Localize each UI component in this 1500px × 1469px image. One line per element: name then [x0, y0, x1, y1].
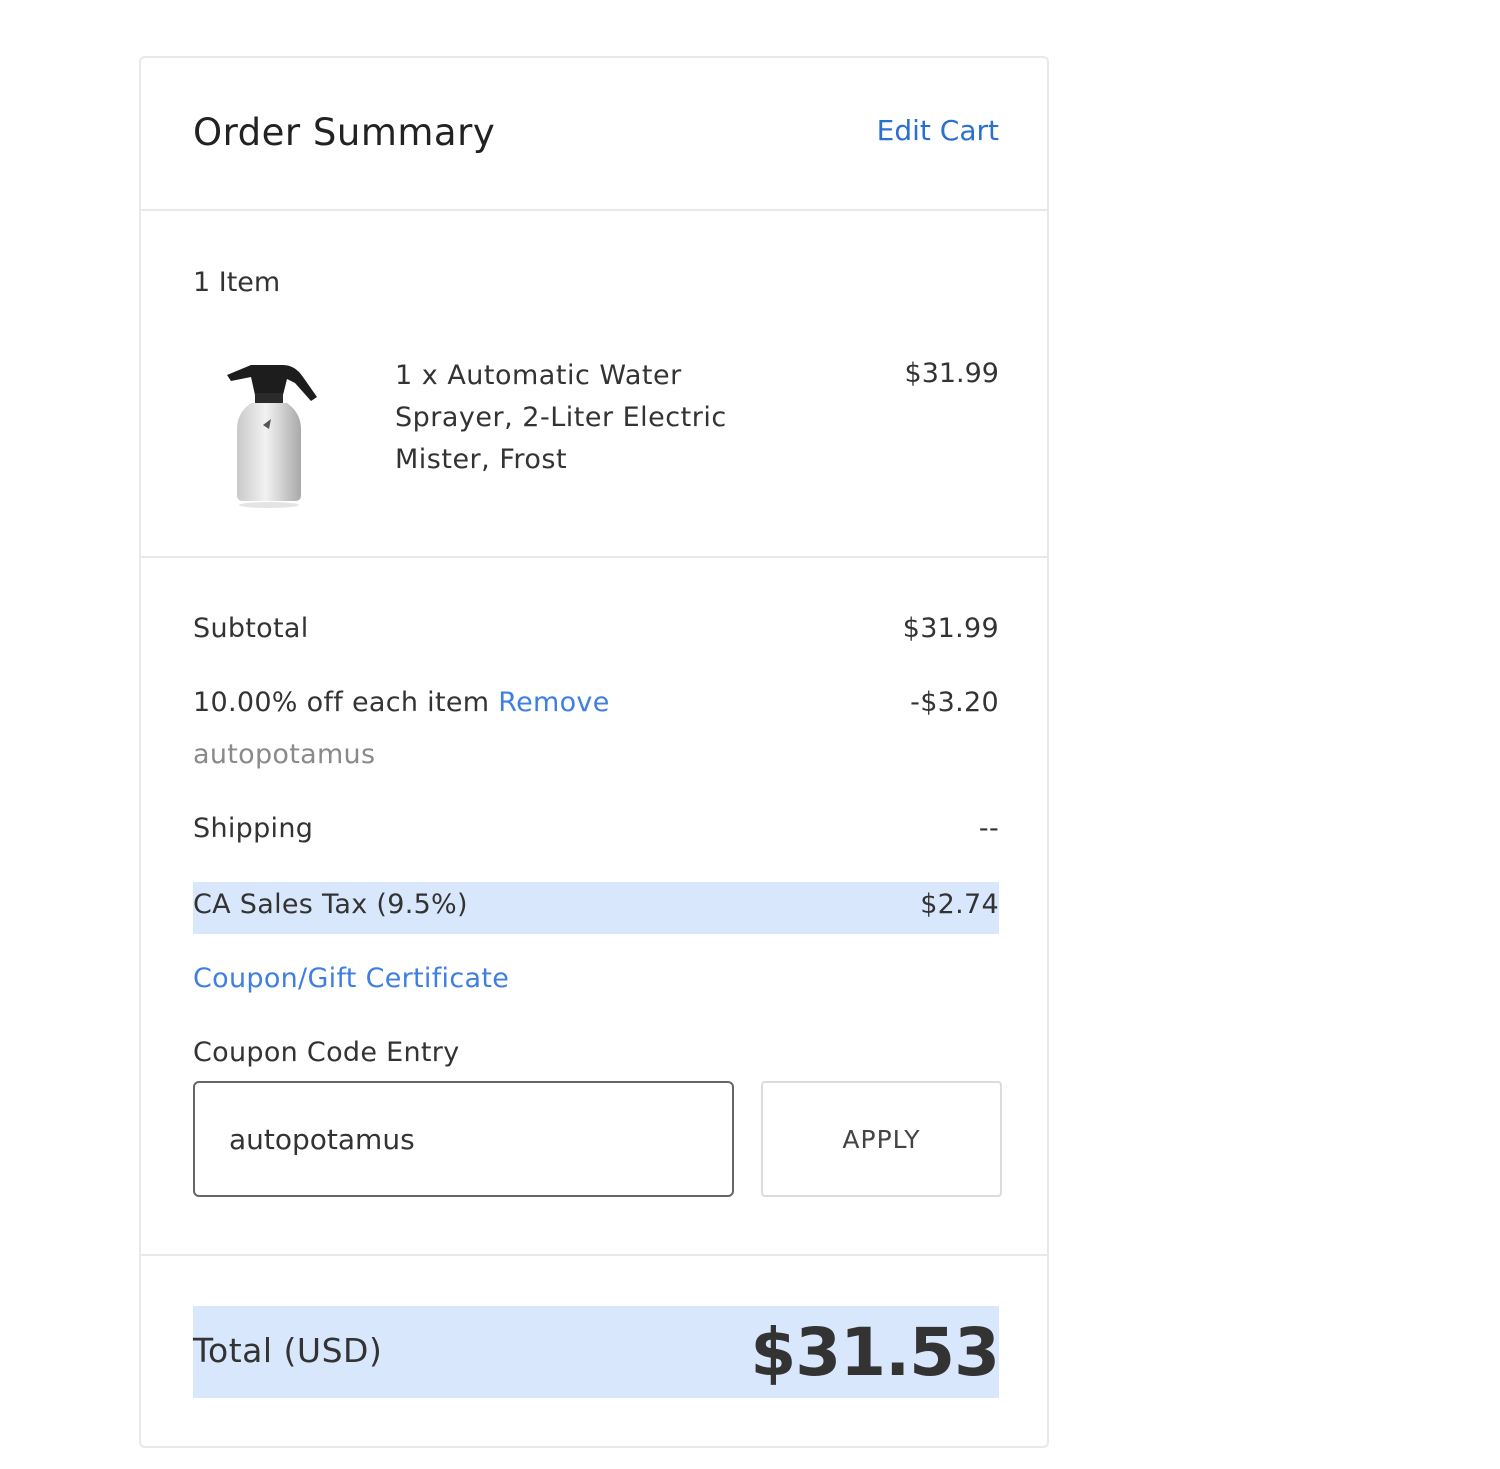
- page-title: Order Summary: [193, 111, 496, 154]
- total-row: Total (USD) $31.53: [193, 1306, 1000, 1398]
- product-name: 1 x Automatic Water Sprayer, 2-Liter Ele…: [395, 360, 727, 475]
- remove-discount-link[interactable]: Remove: [498, 687, 609, 718]
- order-summary-card: Order Summary Edit Cart 1 Item 1 x Autom…: [139, 56, 1049, 1448]
- apply-coupon-button[interactable]: APPLY: [761, 1081, 1002, 1197]
- discount-value: -$3.20: [910, 687, 999, 718]
- edit-cart-link[interactable]: Edit Cart: [877, 114, 999, 147]
- shipping-value: --: [978, 813, 999, 844]
- cart-items-section: 1 Item 1 x Automatic Water Sprayer, 2-Li…: [141, 209, 1047, 558]
- tax-value: $2.74: [920, 889, 999, 920]
- coupon-gift-certificate-link[interactable]: Coupon/Gift Certificate: [193, 963, 509, 994]
- discount-row: 10.00% off each item Remove -$3.20: [193, 687, 999, 718]
- discount-label: 10.00% off each item: [193, 687, 490, 718]
- spray-bottle-icon: [221, 359, 321, 509]
- coupon-code-label: Coupon Code Entry: [193, 1037, 460, 1068]
- total-label: Total (USD): [193, 1331, 383, 1370]
- item-count: 1 Item: [193, 267, 281, 298]
- grand-total-section: Total (USD) $31.53: [141, 1254, 1047, 1446]
- shipping-label: Shipping: [193, 813, 314, 844]
- discount-code: autopotamus: [193, 739, 376, 770]
- product-price: $31.99: [904, 358, 999, 389]
- order-summary-header: Order Summary Edit Cart: [141, 58, 1047, 211]
- tax-row: CA Sales Tax (9.5%) $2.74: [193, 882, 999, 934]
- subtotal-label: Subtotal: [193, 613, 309, 644]
- shipping-row: Shipping --: [193, 813, 999, 844]
- subtotal-row: Subtotal $31.99: [193, 613, 999, 644]
- subtotal-value: $31.99: [902, 613, 999, 644]
- totals-section: Subtotal $31.99 10.00% off each item Rem…: [141, 556, 1047, 1256]
- total-amount: $31.53: [750, 1314, 1000, 1391]
- tax-label: CA Sales Tax (9.5%): [193, 889, 468, 920]
- coupon-code-input[interactable]: [193, 1081, 734, 1197]
